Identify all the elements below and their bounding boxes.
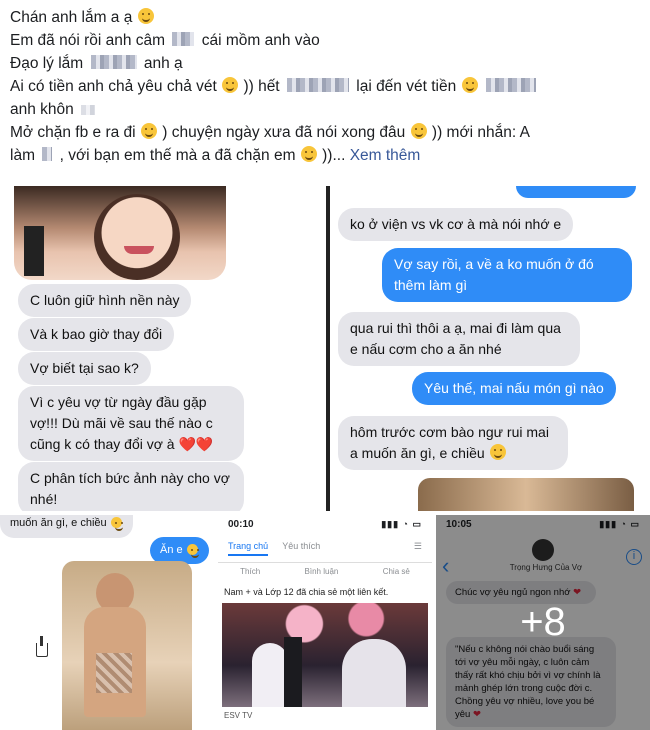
caption-text: )) hết <box>243 78 280 95</box>
chat-bubble-received: Và k bao giờ thay đổi <box>18 318 175 351</box>
fb-nav-tabs: Trang chủ Yêu thích ☰ <box>218 535 432 563</box>
chat-bubble-sent: Vợ say rồi, a về a ko muốn ở đó thêm làm… <box>382 248 632 302</box>
phone-edge <box>326 186 330 511</box>
tab-home[interactable]: Trang chủ <box>228 541 269 556</box>
photo-chat-screenshot-3[interactable]: muốn ăn gì, e chiều Ăn e <box>0 515 214 730</box>
photo-facebook-screenshot[interactable]: 00:10 ▮▮▮ ◔ ▭ Trang chủ Yêu thích ☰ Thíc… <box>218 515 432 730</box>
caption-line-6: Mở chặn fb e ra đi ) chuyện ngày xưa đã … <box>10 121 642 144</box>
caption-text: Mở chặn fb e ra đi <box>10 124 136 141</box>
share-icon[interactable] <box>36 636 48 657</box>
wedding-photo <box>222 603 428 707</box>
caption-text: anh ạ <box>143 55 183 72</box>
chat-bubble-sent-partial <box>516 186 636 198</box>
caption-line-5: anh khôn <box>10 98 642 121</box>
blurred-text <box>286 78 349 92</box>
heart-icon: ❤️❤️ <box>178 436 214 452</box>
see-more-link[interactable]: Xem thêm <box>350 147 421 164</box>
caption-text: anh khôn <box>10 101 74 118</box>
chat-bubble-received: ko ở viện vs vk cơ à mà nói nhớ e <box>338 208 574 241</box>
caption-line-2: Em đã nói rồi anh câm cái mồm anh vào <box>10 29 642 52</box>
caption-text: )) mới nhắn: A <box>431 124 530 141</box>
caption-line-7: làm , với bạn em thế mà a đã chặn em )).… <box>10 144 642 167</box>
mirror-selfie-image <box>62 561 192 730</box>
post-caption: Chán anh lắm a ạ Em đã nói rồi anh câm c… <box>10 6 642 167</box>
chat-text: muốn ăn gì, e chiều <box>10 517 107 529</box>
photo-message-screenshot[interactable]: 10:05 ▮▮▮ ◔ ▭ ‹ Trọng Hưng Của Vợ i Chúc… <box>436 515 650 730</box>
smile-emoji-icon <box>300 146 317 162</box>
smile-emoji-icon <box>222 77 239 93</box>
caption-text: lại đến vét tiền <box>356 78 457 95</box>
smile-emoji-icon <box>461 77 478 93</box>
chat-bubble-received: qua rui thì thôi a ạ, mai đi làm qua e n… <box>338 312 580 366</box>
more-photos-overlay[interactable]: +8 <box>436 515 650 730</box>
share-button[interactable]: Chia sẻ <box>383 567 410 583</box>
fb-post-actions: Thích Bình luận Chia sẻ <box>218 563 432 583</box>
chat-bubble-received: Vợ biết tại sao k? <box>18 352 151 385</box>
caption-line-4: Ai có tiền anh chả yêu chả vét )) hết lạ… <box>10 75 642 98</box>
status-time: 00:10 <box>228 519 254 530</box>
blurred-text <box>81 105 96 115</box>
selfie-image <box>14 186 226 280</box>
caption-text: ))... <box>322 147 346 164</box>
chat-bubble-received: muốn ăn gì, e chiều <box>0 515 133 538</box>
comment-button[interactable]: Bình luận <box>305 567 339 583</box>
chat-bubble-received: hôm trước cơm bào ngư rui mai a muốn ăn … <box>338 416 568 470</box>
blurred-photo <box>418 478 634 511</box>
caption-text: , với bạn em thế mà a đã chặn em <box>59 147 296 164</box>
caption-text: Đạo lý lắm <box>10 55 84 72</box>
caption-line-3: Đạo lý lắm anh ạ <box>10 52 642 75</box>
photo-grid: C luôn giữ hình nền này Và k bao giờ tha… <box>0 186 650 730</box>
photo-chat-screenshot-2[interactable]: ko ở viện vs vk cơ à mà nói nhớ e Vợ say… <box>326 186 650 511</box>
blurred-text <box>172 32 195 46</box>
signal-icon: ▮▮▮ ◔ ▭ <box>381 519 422 529</box>
chat-bubble-sent: Ăn e <box>150 537 209 564</box>
chat-bubble-sent: Yêu thế, mai nấu món gì nào <box>412 372 616 405</box>
tab-favorites[interactable]: Yêu thích <box>282 541 320 556</box>
smile-emoji-icon <box>137 8 154 24</box>
like-button[interactable]: Thích <box>240 567 260 583</box>
chat-text: Ăn e <box>160 544 183 556</box>
caption-text: Chán anh lắm a ạ <box>10 9 133 26</box>
chat-bubble-received: C luôn giữ hình nền này <box>18 284 192 317</box>
caption-text: Ai có tiền anh chả yêu chả vét <box>10 78 217 95</box>
smile-emoji-icon <box>140 123 157 139</box>
smile-emoji-icon <box>110 517 123 531</box>
caption-text: cái mồm anh vào <box>201 32 320 49</box>
blurred-text <box>42 147 53 161</box>
blurred-text <box>485 78 536 92</box>
caption-text: ) chuyện ngày xưa đã nói xong đâu <box>162 124 406 141</box>
chat-text: hôm trước cơm bào ngư rui mai a muốn ăn … <box>350 424 549 461</box>
shared-link-text: Nam + và Lớp 12 đã chia sẻ một liên kết. <box>224 587 389 597</box>
smile-emoji-icon <box>489 444 506 460</box>
caption-text: Em đã nói rồi anh câm <box>10 32 166 49</box>
caption-line-1: Chán anh lắm a ạ <box>10 6 642 29</box>
status-bar: 00:10 ▮▮▮ ◔ ▭ <box>218 515 432 535</box>
chat-bubble-received: Vì c yêu vợ từ ngày đầu gặp vợ!!! Dù mãi… <box>18 386 244 461</box>
chat-bubble-received: C phân tích bức ảnh này cho vợ nhé! <box>18 462 244 511</box>
smile-emoji-icon <box>186 544 199 558</box>
photo-chat-screenshot-1[interactable]: C luôn giữ hình nền này Và k bao giờ tha… <box>0 186 322 511</box>
caption-text: làm <box>10 147 35 164</box>
blurred-text <box>90 55 137 69</box>
smile-emoji-icon <box>410 123 427 139</box>
source-label: ESV TV <box>224 711 253 720</box>
filter-icon[interactable]: ☰ <box>414 541 422 556</box>
